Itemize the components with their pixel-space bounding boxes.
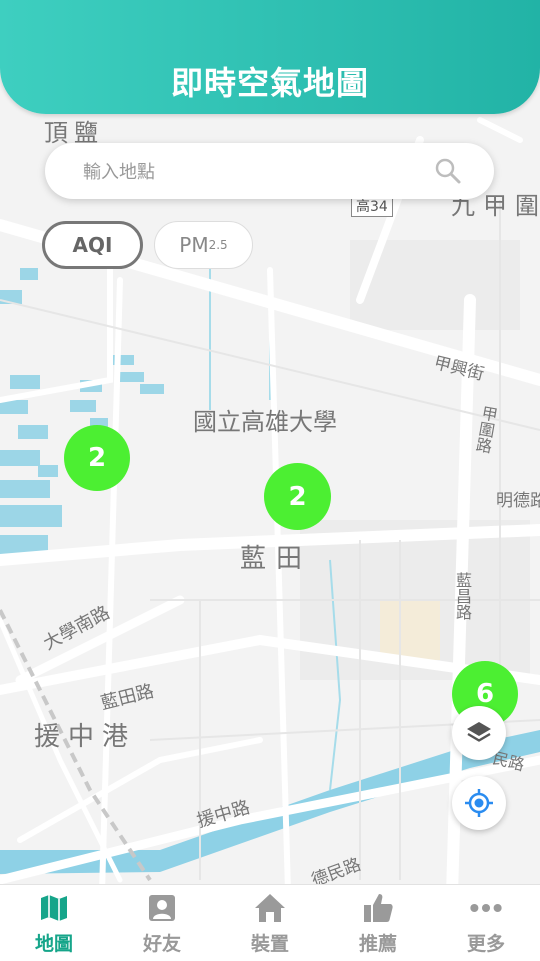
tab-label: 更多 bbox=[466, 933, 505, 955]
map-label-road-right-b: 藍昌路 bbox=[453, 572, 472, 620]
tab-recommend[interactable]: 推薦 bbox=[324, 885, 432, 961]
search-input[interactable] bbox=[81, 143, 425, 201]
crosshair-icon bbox=[465, 789, 493, 817]
map-label-lantian: 藍田 bbox=[240, 544, 313, 574]
cluster-count: 6 bbox=[475, 679, 495, 709]
search-bar bbox=[45, 143, 494, 201]
layers-icon bbox=[467, 722, 491, 742]
page-title: 即時空氣地圖 bbox=[170, 64, 369, 102]
tab-label: 好友 bbox=[142, 933, 181, 955]
cluster-count: 2 bbox=[288, 481, 307, 512]
my-location-button[interactable] bbox=[452, 776, 506, 830]
pm25-toggle[interactable]: PM 2.5 bbox=[154, 221, 253, 269]
tab-devices[interactable]: 裝置 bbox=[216, 885, 324, 961]
pm-toggle-subscript: 2.5 bbox=[208, 238, 228, 252]
tab-map[interactable]: 地圖 bbox=[0, 885, 108, 961]
thumbs-up-icon bbox=[361, 891, 395, 925]
cluster-count: 2 bbox=[87, 443, 107, 473]
aqi-cluster[interactable]: 2 bbox=[264, 463, 331, 530]
tab-label: 裝置 bbox=[250, 933, 289, 955]
app-header: 即時空氣地圖 bbox=[0, 0, 540, 114]
tab-more[interactable]: 更多 bbox=[432, 885, 540, 961]
friends-icon bbox=[145, 891, 179, 925]
map-label-yuanzhonggang: 援中港 bbox=[34, 722, 137, 752]
tab-friends[interactable]: 好友 bbox=[108, 885, 216, 961]
tab-label: 地圖 bbox=[34, 933, 73, 955]
aqi-toggle[interactable]: AQI bbox=[42, 221, 143, 269]
tab-label: 推薦 bbox=[358, 933, 397, 955]
search-icon[interactable] bbox=[434, 157, 462, 185]
home-icon bbox=[253, 891, 287, 925]
layers-button[interactable] bbox=[452, 706, 506, 760]
bottom-tab-bar: 地圖 好友 裝置 推薦 更多 bbox=[0, 884, 540, 961]
pm-toggle-label: PM bbox=[179, 233, 209, 257]
more-dots-icon bbox=[469, 891, 503, 925]
map-icon bbox=[37, 891, 71, 925]
map-label-nuk: 國立高雄大學 bbox=[193, 408, 337, 436]
aqi-toggle-label: AQI bbox=[72, 233, 113, 257]
aqi-cluster[interactable]: 2 bbox=[64, 425, 130, 491]
map-label-mingde-rd: 明德路 bbox=[496, 491, 540, 511]
